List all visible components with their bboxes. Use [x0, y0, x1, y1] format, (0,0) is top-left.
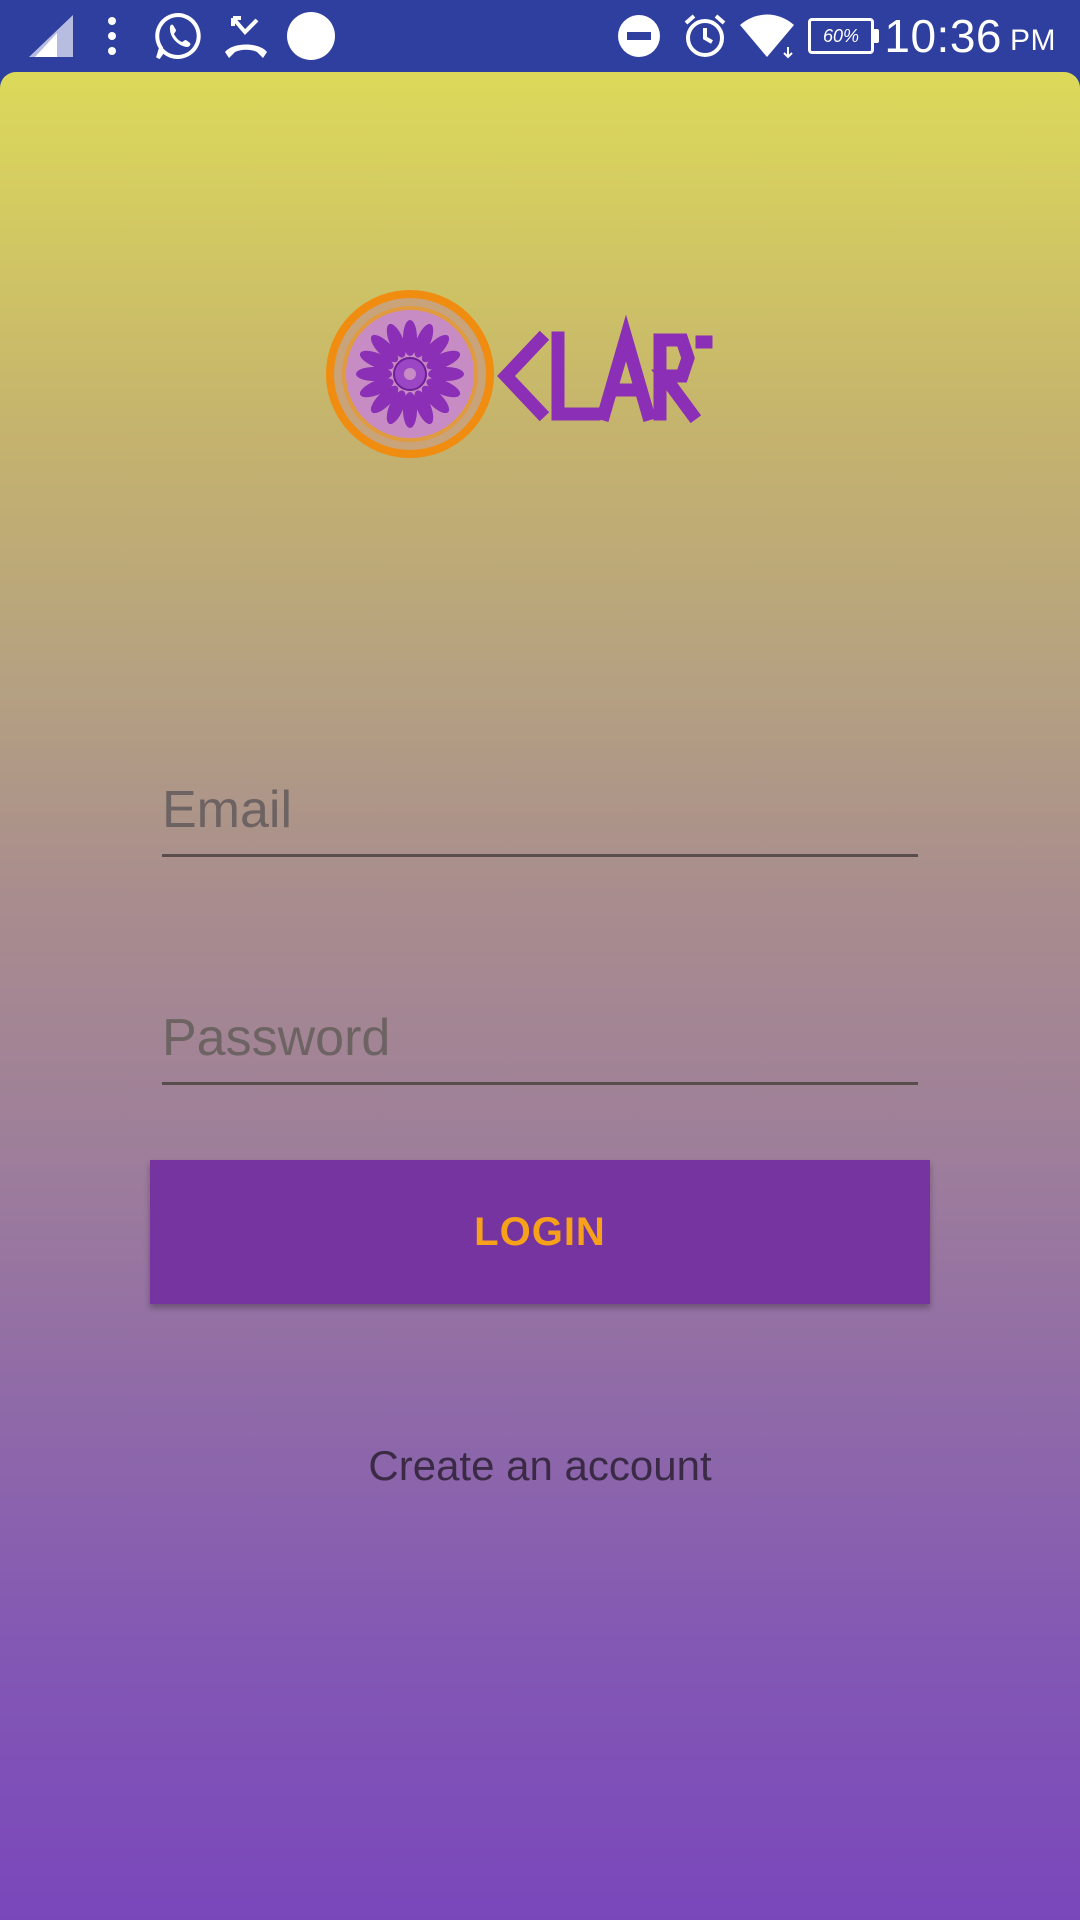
battery-icon: 60% — [806, 0, 879, 72]
battery-label: 60% — [822, 25, 860, 46]
missed-call-icon — [218, 0, 274, 72]
create-account-label: Create an account — [368, 1442, 712, 1489]
login-button-label: LOGIN — [474, 1209, 606, 1254]
wifi-icon — [738, 0, 796, 72]
email-input[interactable] — [162, 780, 918, 840]
clock-ampm: PM — [1010, 24, 1056, 57]
clock: 10:36 PM — [884, 0, 1056, 72]
login-button[interactable]: LOGIN — [150, 1160, 930, 1304]
alarm-icon — [682, 0, 728, 72]
signal-icon — [26, 0, 76, 72]
password-input[interactable] — [162, 1008, 918, 1068]
password-field[interactable] — [162, 990, 918, 1085]
whatsapp-icon — [152, 0, 204, 72]
notification-dot-icon — [286, 0, 336, 72]
sun-flower-emblem — [326, 290, 713, 458]
login-screen: LOGIN Create an account — [0, 72, 1080, 1920]
create-account-link[interactable]: Create an account — [0, 1442, 1080, 1490]
overflow-dots-icon — [100, 0, 124, 72]
status-bar: 60% 10:36 PM — [0, 0, 1080, 72]
email-field[interactable] — [162, 762, 918, 857]
clock-time: 10:36 — [884, 10, 1002, 62]
claro-logo — [326, 286, 718, 462]
do-not-disturb-icon — [616, 0, 662, 72]
